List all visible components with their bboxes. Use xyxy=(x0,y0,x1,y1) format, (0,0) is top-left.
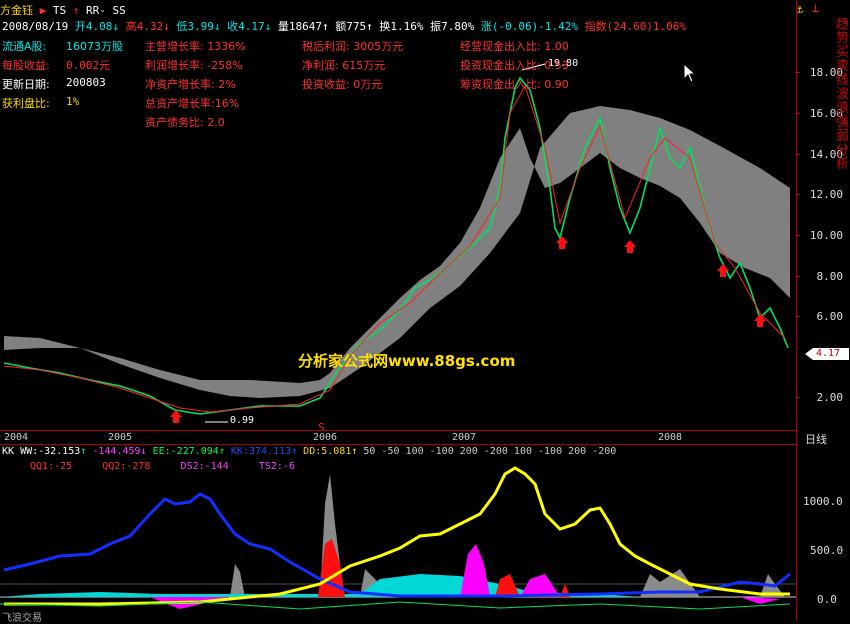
arrow-flag-icon: ▶ xyxy=(39,4,47,17)
indicator-mark-ts[interactable]: TS xyxy=(53,4,66,17)
stock-name[interactable]: 方金钰 xyxy=(0,4,33,17)
fund-value: 1% xyxy=(66,95,80,108)
sub-axis-tick: 0.0 xyxy=(817,593,837,606)
fund-growth-profit: 利润增长率: -258% xyxy=(145,59,243,72)
sub-axis-tick: 500.0 xyxy=(810,544,844,557)
fund-investment-income: 投资收益: 0万元 xyxy=(302,78,383,91)
fund-net-profit: 净利润: 615万元 xyxy=(302,59,386,72)
fund-growth-main: 主营增长率: 1336% xyxy=(145,40,246,53)
low-label: 0.99 xyxy=(230,415,255,426)
fund-growth-total-assets: 总资产增长率:16% xyxy=(145,97,240,110)
fund-debt-ratio: 资产债务比: 2.0 xyxy=(145,116,225,129)
sub-axis-tick: 1000.0 xyxy=(803,495,843,508)
up-arrow-icon xyxy=(624,240,636,253)
anchor-icon[interactable]: ⚓ xyxy=(796,2,803,16)
indicator-mark-rr[interactable]: RR- SS xyxy=(86,4,126,17)
fund-growth-net-assets: 净资产增长率: 2% xyxy=(145,78,236,91)
collapse-icon[interactable]: ⊥ xyxy=(812,1,819,15)
fund-label: 流通A股: xyxy=(2,40,47,53)
year-label: 2004 xyxy=(4,432,29,443)
fund-financing-cash: 筹资现金出入比: 0.90 xyxy=(460,78,569,91)
up-arrow-icon xyxy=(170,410,182,423)
year-label: 2005 xyxy=(108,432,133,443)
year-label: 2006 xyxy=(313,432,338,443)
up-arrow-icon xyxy=(556,236,568,249)
fund-value: 0.002元 xyxy=(66,59,111,72)
indicator-chart[interactable] xyxy=(0,444,850,621)
side-strip-indicator[interactable]: 趋势买卖线波浪强弱分析 xyxy=(836,18,850,418)
fund-label: 获利盘比: xyxy=(2,97,50,110)
fund-after-tax-profit: 税后利润: 3005万元 xyxy=(302,40,404,53)
up-arrow-icon xyxy=(754,314,766,327)
up-arrow-icon: ↑ xyxy=(72,4,80,17)
cursor-icon xyxy=(683,63,697,83)
time-axis-separator xyxy=(0,430,796,431)
header-bar: 方金钰 ▶ TS ↑ RR- SS xyxy=(0,2,126,18)
year-label: 2007 xyxy=(452,432,477,443)
fund-label: 更新日期: xyxy=(2,78,50,91)
fund-label: 每股收益: xyxy=(2,59,50,72)
fund-operating-cash: 经营现金出入比: 1.00 xyxy=(460,40,569,53)
up-arrow-icon xyxy=(717,264,729,277)
watermark: 分析家公式网www.88gs.com xyxy=(298,352,516,370)
fund-value: 16073万股 xyxy=(66,40,123,53)
bottom-label: 飞浪交易 xyxy=(2,613,42,624)
fund-value: 200803 xyxy=(66,76,106,89)
fund-investing-cash: 投资现金出入比: 0.53 xyxy=(460,59,569,72)
year-label: 2008 xyxy=(658,432,683,443)
magenta-area xyxy=(150,544,780,609)
